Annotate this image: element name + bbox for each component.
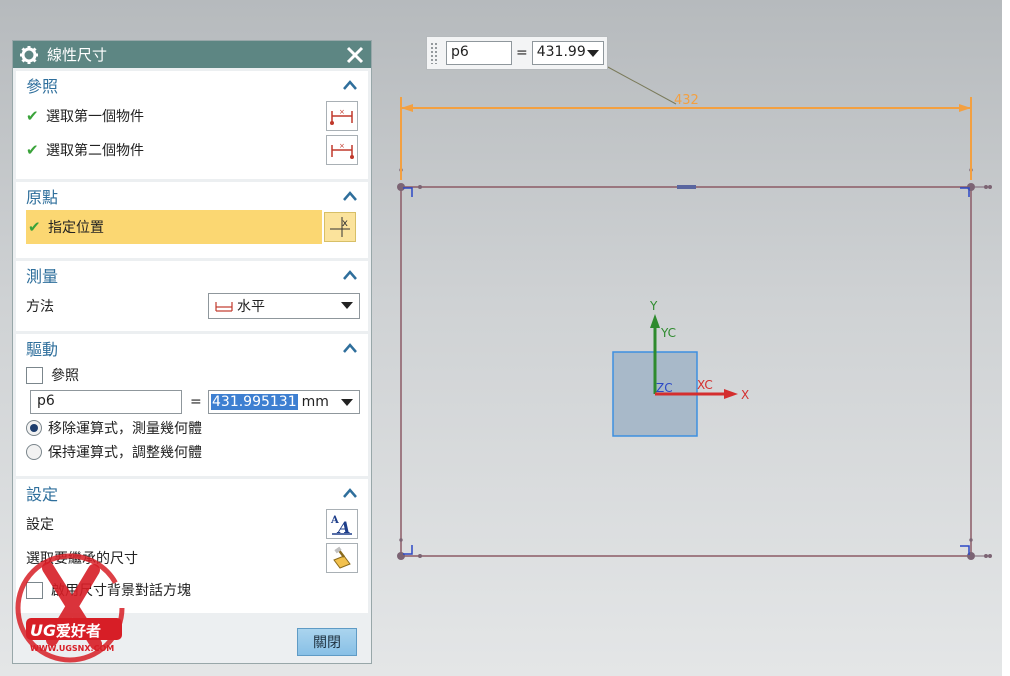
method-value: 水平 — [237, 299, 265, 315]
chevron-down-icon[interactable] — [341, 302, 353, 309]
close-icon[interactable] — [345, 45, 365, 65]
select-first-object-button[interactable]: × — [326, 101, 358, 131]
location-cursor-icon: x — [330, 217, 350, 237]
chevron-down-icon[interactable] — [586, 50, 599, 57]
svg-text:×: × — [339, 108, 345, 116]
section-reference: 參照 ✔ 選取第一個物件 × ✔ 選取第二個物件 × — [16, 71, 368, 179]
gear-icon — [20, 45, 38, 64]
method-row: 方法 水平 — [16, 289, 368, 323]
select-first-object-label: 選取第一個物件 — [46, 109, 144, 125]
specify-location-button[interactable]: x — [324, 212, 356, 242]
svg-text:x: x — [342, 218, 348, 229]
section-driving: 驅動 參照 p6 = 431.995131 mm 移除運算式，測量幾何體 保持運… — [16, 334, 368, 476]
section-title: 測量 — [26, 267, 59, 286]
ug-watermark-logo: UG 爱好者 WWW.UGSNX.COM — [15, 553, 125, 663]
onscreen-value-text: 431.99 — [536, 44, 586, 60]
section-title: 參照 — [26, 77, 59, 96]
specify-location-row[interactable]: ✔ 指定位置 x — [26, 210, 356, 244]
radio-keep-row[interactable]: 保持運算式，調整幾何體 — [16, 440, 368, 464]
specify-location-label: 指定位置 — [48, 220, 104, 236]
reference-checkbox[interactable] — [26, 366, 43, 384]
svg-text:×: × — [339, 142, 345, 150]
chevron-down-icon[interactable] — [341, 399, 353, 406]
section-measure-header[interactable]: 測量 — [16, 261, 368, 289]
select-second-object-button[interactable]: × — [326, 135, 358, 165]
reference-checkbox-row[interactable]: 參照 — [16, 362, 368, 388]
expression-name-field[interactable]: p6 — [30, 390, 182, 414]
select-second-object-row[interactable]: ✔ 選取第二個物件 × — [16, 133, 368, 167]
section-measure: 測量 方法 水平 — [16, 261, 368, 331]
onscreen-value-field[interactable]: 431.99 — [531, 41, 604, 65]
x-axis-label: X — [741, 388, 749, 402]
checkmark-icon: ✔ — [26, 141, 39, 159]
equals-sign: = — [190, 394, 202, 410]
xc-axis-label: XC — [697, 378, 713, 392]
y-axis-label: Y — [649, 299, 658, 313]
onscreen-equals: = — [516, 45, 528, 61]
section-settings-header[interactable]: 設定 — [16, 479, 368, 507]
section-origin: 原點 ✔ 指定位置 x — [16, 182, 368, 258]
chevron-up-icon[interactable] — [342, 269, 358, 281]
drag-grip-icon[interactable] — [430, 42, 438, 64]
expression-value-field[interactable]: 431.995131 mm — [208, 390, 360, 414]
work-csys[interactable]: Y YC ZC XC X — [612, 299, 749, 437]
svg-text:UG: UG — [30, 621, 56, 640]
chevron-up-icon[interactable] — [342, 79, 358, 91]
inherit-dims-button[interactable] — [326, 543, 358, 573]
reference-checkbox-label: 參照 — [51, 368, 79, 384]
radio-remove-expression[interactable] — [26, 420, 42, 436]
radio-remove-label: 移除運算式，測量幾何體 — [48, 421, 202, 437]
radio-remove-row[interactable]: 移除運算式，測量幾何體 — [16, 416, 368, 440]
section-title: 驅動 — [26, 340, 59, 359]
onscreen-name-field[interactable]: p6 — [446, 41, 512, 65]
section-title: 設定 — [26, 485, 59, 504]
section-driving-header[interactable]: 驅動 — [16, 334, 368, 362]
settings-button[interactable]: A A — [326, 509, 358, 539]
radio-keep-expression[interactable] — [26, 444, 42, 460]
svg-text:A: A — [336, 518, 350, 535]
method-dropdown[interactable]: 水平 — [208, 293, 360, 319]
horizontal-dim-icon — [215, 302, 233, 312]
expression-row: p6 = 431.995131 mm — [16, 388, 368, 416]
radio-keep-label: 保持運算式，調整幾何體 — [48, 445, 202, 461]
yc-axis-label: YC — [660, 326, 676, 340]
svg-text:WWW.UGSNX.COM: WWW.UGSNX.COM — [30, 644, 114, 653]
dialog-title: 線性尺寸 — [47, 46, 108, 64]
expression-value-text: 431.995131 — [211, 394, 298, 410]
close-button[interactable]: 關閉 — [297, 628, 357, 656]
svg-text:爱好者: 爱好者 — [56, 622, 101, 640]
chevron-up-icon[interactable] — [342, 487, 358, 499]
section-title: 原點 — [26, 188, 59, 207]
checkmark-icon: ✔ — [28, 218, 41, 236]
select-second-object-label: 選取第二個物件 — [46, 143, 144, 159]
chevron-up-icon[interactable] — [342, 190, 358, 202]
point-to-point-icon: × — [331, 142, 354, 159]
zc-axis-label: ZC — [656, 381, 673, 395]
section-origin-header[interactable]: 原點 — [16, 182, 368, 210]
method-label: 方法 — [26, 299, 54, 315]
settings-label: 設定 — [26, 517, 54, 533]
checkmark-icon: ✔ — [26, 107, 39, 125]
inherit-brush-icon — [333, 546, 351, 569]
point-to-point-icon: × — [330, 108, 353, 125]
linear-dimension[interactable]: 432 — [400, 65, 972, 180]
viewport-right-strip — [1002, 0, 1010, 676]
dialog-titlebar[interactable]: 線性尺寸 — [13, 41, 371, 68]
dimension-value-text: 432 — [674, 93, 699, 108]
chevron-up-icon[interactable] — [342, 342, 358, 354]
onscreen-dimension-input[interactable]: p6 = 431.99 — [426, 36, 608, 70]
expression-unit: mm — [301, 394, 329, 410]
section-reference-header[interactable]: 參照 — [16, 71, 368, 99]
select-first-object-row[interactable]: ✔ 選取第一個物件 × — [16, 99, 368, 133]
text-style-icon: A A — [330, 515, 352, 535]
settings-row: 設定 A A — [16, 507, 368, 541]
